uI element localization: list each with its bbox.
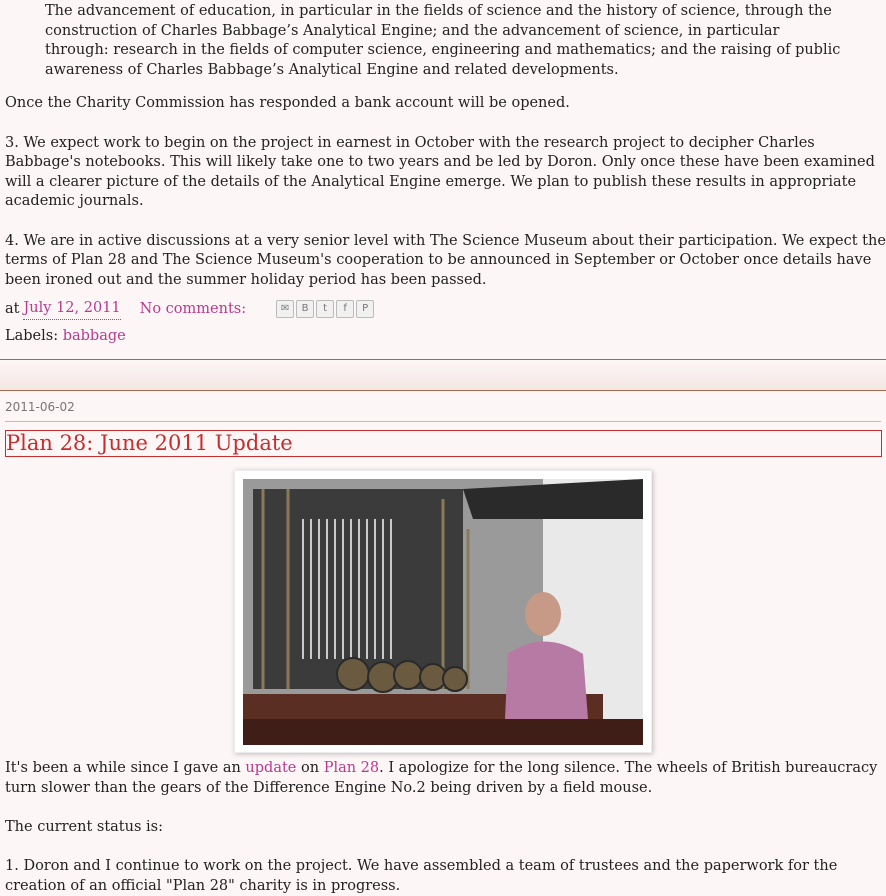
email-icon[interactable]: ✉	[276, 300, 295, 319]
date-header: 2011-06-02	[5, 400, 75, 414]
post-footer: at July 12, 2011 No comments: ✉ B t f P	[5, 299, 376, 320]
labels-prefix: Labels:	[5, 328, 59, 344]
charity-objects-quote: The advancement of education, in particu…	[45, 3, 841, 78]
plan28-link[interactable]: Plan 28	[324, 760, 379, 776]
photo-illustration	[243, 479, 643, 745]
analytical-engine-photo[interactable]	[243, 479, 643, 745]
update-link[interactable]: update	[245, 760, 296, 776]
paragraph-bank-account: Once the Charity Commission has responde…	[5, 95, 570, 112]
paragraph-point-4: 4. We are in active discussions at a ver…	[5, 232, 886, 288]
post-plan28-july: The advancement of education, in particu…	[0, 0, 886, 290]
comments-link[interactable]: No comments:	[140, 300, 246, 320]
twitter-icon[interactable]: t	[316, 300, 335, 319]
post-separator-band	[0, 360, 886, 390]
post-labels: Labels: babbage	[5, 327, 126, 347]
footer-at-label: at	[5, 300, 20, 317]
share-buttons: ✉ B t f P	[276, 300, 376, 319]
paragraph-item-1: 1. Doron and I continue to work on the p…	[5, 857, 838, 894]
label-babbage-link[interactable]: babbage	[63, 328, 126, 344]
post-plan28-june: It's been a while since I gave an update…	[0, 759, 886, 896]
date-header-rule	[5, 421, 881, 422]
post-timestamp-link[interactable]: July 12, 2011	[23, 299, 121, 320]
pinterest-icon[interactable]: P	[356, 300, 375, 319]
intro-text-before: It's been a while since I gave an	[5, 760, 246, 776]
paragraph-status: The current status is:	[5, 818, 163, 835]
post-separator-bottom	[0, 390, 886, 391]
paragraph-intro: It's been a while since I gave an update…	[0, 759, 886, 798]
post-title-link[interactable]: Plan 28: June 2011 Update	[5, 430, 882, 457]
paragraph-point-3: 3. We expect work to begin on the projec…	[5, 134, 875, 210]
facebook-icon[interactable]: f	[336, 300, 355, 319]
blogger-icon[interactable]: B	[296, 300, 315, 319]
intro-text-on: on	[296, 760, 324, 776]
post-image-frame[interactable]	[234, 470, 652, 753]
